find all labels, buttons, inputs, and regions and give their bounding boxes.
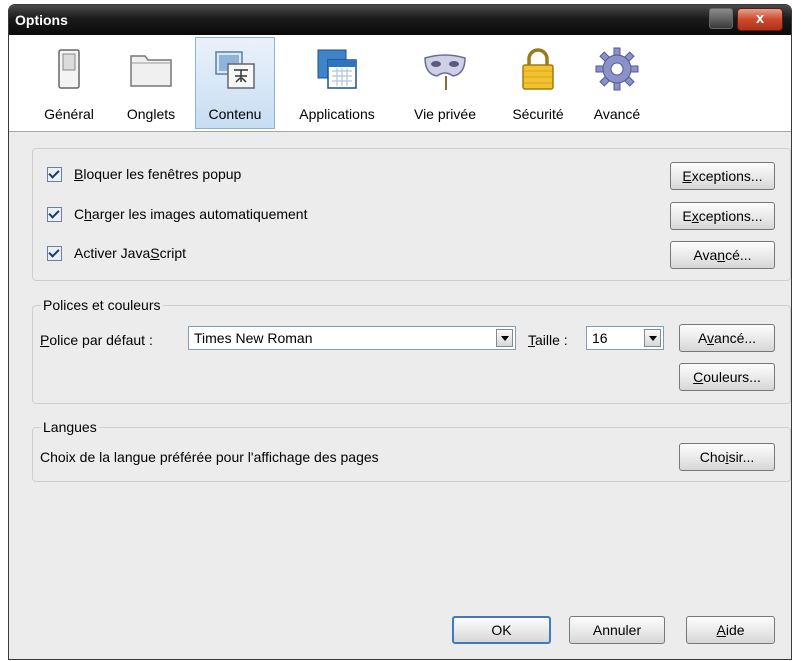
- chevron-down-icon[interactable]: [644, 329, 661, 347]
- ok-button[interactable]: OK: [452, 616, 551, 644]
- applications-calendar-icon: [317, 49, 357, 89]
- languages-group: Langues Choix de la langue préférée pour…: [32, 419, 791, 482]
- exceptions-popups-button[interactable]: Exceptions...: [670, 162, 775, 190]
- chevron-down-icon[interactable]: [496, 329, 513, 347]
- fonts-colors-legend: Polices et couleurs: [41, 297, 163, 313]
- tab-applications[interactable]: Applications: [289, 38, 385, 128]
- close-icon: x: [755, 10, 765, 27]
- tab-advanced[interactable]: Avancé: [581, 38, 653, 128]
- tabs-folder-icon: [130, 55, 172, 87]
- font-size-select[interactable]: 16: [586, 326, 664, 350]
- colors-button[interactable]: Couleurs...: [679, 363, 775, 391]
- languages-legend: Langues: [41, 419, 99, 435]
- advanced-javascript-button[interactable]: Avancé...: [670, 241, 775, 269]
- privacy-mask-icon: [424, 54, 466, 90]
- options-window: Options x Général Onglets Contenu Applic…: [8, 4, 792, 660]
- enable-javascript-checkbox[interactable]: [47, 246, 62, 261]
- block-popups-checkbox[interactable]: [47, 167, 62, 182]
- tab-general[interactable]: Général: [31, 38, 107, 128]
- tab-content[interactable]: Contenu: [195, 37, 275, 129]
- size-label: Taille :: [528, 332, 568, 348]
- tab-label: Vie privée: [413, 106, 476, 122]
- title-bar: Options x: [9, 5, 791, 35]
- help-button[interactable]: Aide: [686, 616, 775, 644]
- tab-privacy[interactable]: Vie privée: [397, 38, 493, 128]
- general-switch-icon: [58, 49, 80, 89]
- content-group: Bloquer les fenêtres popup Exceptions...…: [32, 148, 791, 281]
- content-images-icon: [215, 51, 255, 89]
- tab-label: Sécurité: [512, 106, 564, 122]
- tab-label: Général: [44, 106, 94, 122]
- default-font-label: Police par défaut :: [40, 332, 153, 348]
- advanced-gear-icon: [595, 47, 639, 91]
- tab-tabs[interactable]: Onglets: [113, 38, 189, 128]
- fonts-colors-group: Polices et couleurs Police par défaut : …: [32, 297, 791, 404]
- choose-language-button[interactable]: Choisir...: [679, 443, 775, 471]
- load-images-checkbox[interactable]: [47, 207, 62, 222]
- security-lock-icon: [522, 48, 554, 90]
- default-font-select[interactable]: Times New Roman: [188, 326, 516, 350]
- preferences-toolbar: Général Onglets Contenu Applications Vie…: [9, 35, 791, 132]
- cancel-button[interactable]: Annuler: [569, 616, 665, 644]
- load-images-label: Charger les images automatiquement: [74, 206, 308, 222]
- tab-security[interactable]: Sécurité: [499, 38, 577, 128]
- close-button[interactable]: x: [737, 8, 783, 31]
- advanced-fonts-button[interactable]: Avancé...: [679, 324, 775, 352]
- font-size-value: 16: [592, 330, 608, 346]
- tab-label: Contenu: [208, 106, 262, 122]
- default-font-value: Times New Roman: [194, 330, 313, 346]
- minimize-button[interactable]: [709, 8, 733, 29]
- tab-label: Avancé: [593, 106, 641, 122]
- tab-label: Onglets: [126, 106, 176, 122]
- window-title: Options: [15, 12, 68, 28]
- enable-javascript-label: Activer JavaScript: [74, 245, 187, 261]
- block-popups-label: Bloquer les fenêtres popup: [74, 166, 242, 182]
- tab-label: Applications: [299, 106, 375, 122]
- exceptions-images-button[interactable]: Exceptions...: [670, 202, 775, 230]
- language-description: Choix de la langue préférée pour l'affic…: [40, 449, 379, 465]
